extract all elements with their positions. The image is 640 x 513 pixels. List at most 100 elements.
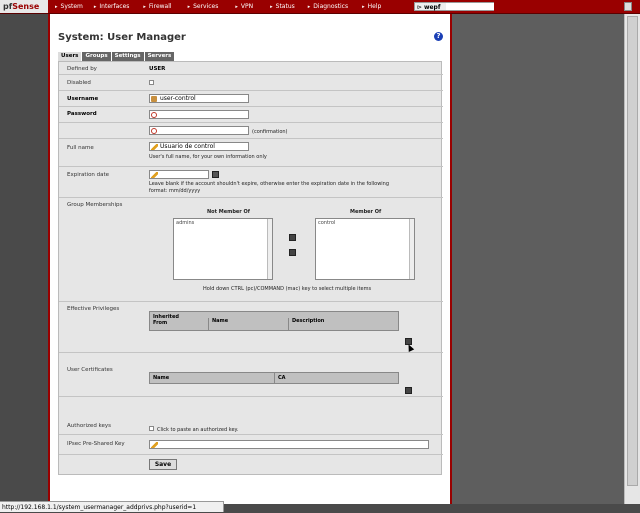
pencil-icon <box>151 144 158 150</box>
row-privileges: Effective Privileges Inherited From Name … <box>59 302 443 353</box>
add-certificate-icon[interactable] <box>405 387 412 394</box>
top-field[interactable] <box>446 3 494 10</box>
menu-firewall[interactable]: ▸ Firewall <box>143 0 171 13</box>
help-icon[interactable]: ? <box>434 32 443 41</box>
calendar-icon[interactable] <box>212 171 219 178</box>
list-item[interactable]: admins <box>174 219 272 227</box>
full-name-label: Full name <box>67 145 94 151</box>
menu-services[interactable]: ▸ Services <box>188 0 219 13</box>
right-background <box>452 14 624 504</box>
vertical-scrollbar[interactable] <box>624 14 640 504</box>
tab-groups[interactable]: Groups <box>82 52 111 61</box>
confirmation-label: (confirmation) <box>252 129 288 135</box>
menu-system[interactable]: ▸ System <box>55 0 83 13</box>
defined-by-label: Defined by <box>67 66 97 72</box>
expiration-input[interactable] <box>149 170 209 179</box>
top-nav-bar: pfSense ▸ System ▸ Interfaces ▸ Firewall ▸ S… <box>0 0 640 14</box>
menu-help[interactable]: ▸ Help <box>362 0 381 13</box>
menu-arrow-icon: ▸ <box>362 4 365 10</box>
expiration-format: format: mm/dd/yyyy <box>149 188 201 194</box>
password-input[interactable] <box>149 110 249 119</box>
move-left-icon[interactable] <box>289 249 296 256</box>
pfsense-logo[interactable]: pfSense <box>0 0 48 13</box>
row-full-name: Full name Usuario de control User's full… <box>59 139 443 167</box>
page-title: System: User Manager <box>58 32 186 43</box>
groups-hint: Hold down CTRL (pc)/COMMAND (mac) key to… <box>203 286 372 292</box>
not-member-listbox[interactable]: admins <box>173 218 273 280</box>
menu-arrow-icon: ▸ <box>270 4 273 10</box>
main-menu: ▸ System ▸ Interfaces ▸ Firewall ▸ Services … <box>52 0 381 13</box>
row-certificates: User Certificates Name CA <box>59 353 443 397</box>
pencil-icon <box>151 442 158 448</box>
disabled-label: Disabled <box>67 80 91 86</box>
row-disabled: Disabled <box>59 75 443 91</box>
user-arrow-icon: ⊳ <box>417 4 424 11</box>
privileges-table-header: Inherited From Name Description <box>149 311 399 331</box>
status-bar: http://192.168.1.1/system_usermanager_ad… <box>0 501 224 512</box>
authorized-keys-hint: Click to paste an authorized key. <box>157 427 239 433</box>
disabled-checkbox[interactable] <box>149 80 154 85</box>
certificates-table-header: Name CA <box>149 372 399 384</box>
key-icon <box>151 128 157 134</box>
menu-arrow-icon: ▸ <box>307 4 311 10</box>
menu-arrow-icon: ▸ <box>143 4 146 10</box>
certificates-label: User Certificates <box>67 367 113 373</box>
list-item[interactable]: control <box>316 219 414 227</box>
password-divider <box>59 122 443 123</box>
row-defined-by: Defined by USER <box>59 62 443 75</box>
full-name-hint: User's full name, for your own informati… <box>149 154 267 160</box>
privileges-label: Effective Privileges <box>67 306 120 312</box>
password-confirm-input[interactable] <box>149 126 249 135</box>
ipsec-key-input[interactable] <box>149 440 429 449</box>
pencil-icon <box>151 172 158 178</box>
move-right-icon[interactable] <box>289 234 296 241</box>
user-form: Defined by USER Disabled Username user-c… <box>58 61 443 475</box>
user-icon <box>151 96 157 102</box>
menu-arrow-icon: ▸ <box>187 4 191 10</box>
groups-label: Group Memberships <box>67 202 123 208</box>
authorized-keys-label: Authorized keys <box>67 423 112 429</box>
defined-by-value: USER <box>149 66 166 72</box>
key-icon <box>151 112 157 118</box>
row-expiration: Expiration date Leave blank if the accou… <box>59 167 443 198</box>
tab-bar: Users Groups Settings Servers <box>58 52 175 61</box>
expiration-hint: Leave blank if the account shouldn't exp… <box>149 181 390 187</box>
col-cert-ca: CA <box>274 373 286 383</box>
tab-users[interactable]: Users <box>58 52 82 61</box>
mouse-cursor-icon <box>405 343 415 352</box>
menu-diagnostics[interactable]: ▸ Diagnostics <box>308 0 348 13</box>
menu-arrow-icon: ▸ <box>93 4 97 10</box>
member-header: Member Of <box>350 209 382 215</box>
menu-arrow-icon: ▸ <box>55 4 58 10</box>
menu-arrow-icon: ▸ <box>235 4 238 10</box>
listbox-scrollbar[interactable] <box>409 219 414 279</box>
menu-vpn[interactable]: ▸ VPN <box>235 0 253 13</box>
col-description: Description <box>288 318 324 330</box>
tab-servers[interactable]: Servers <box>144 52 175 61</box>
expiration-label: Expiration date <box>67 172 110 178</box>
row-authorized-keys: Authorized keys Click to paste an author… <box>59 397 443 435</box>
menu-interfaces[interactable]: ▸ Interfaces <box>94 0 130 13</box>
row-ipsec: IPsec Pre-Shared Key <box>59 435 443 455</box>
authorized-keys-checkbox[interactable] <box>149 426 154 431</box>
menu-status[interactable]: ▸ Status <box>270 0 295 13</box>
tab-settings[interactable]: Settings <box>111 52 144 61</box>
page-content: System: User Manager ? Users Groups Sett… <box>48 14 452 504</box>
top-scroll-button[interactable] <box>624 2 632 11</box>
username-input[interactable]: user-control <box>149 94 249 103</box>
password-label: Password <box>67 111 97 117</box>
username-label: Username <box>67 96 99 102</box>
col-cert-name: Name <box>153 375 170 381</box>
full-name-input[interactable]: Usuario de control <box>149 142 249 151</box>
scrollbar-thumb[interactable] <box>627 16 638 486</box>
ipsec-label: IPsec Pre-Shared Key <box>67 441 125 447</box>
row-password: Password (confirmation) <box>59 107 443 139</box>
row-groups: Group Memberships Not Member Of Member O… <box>59 198 443 302</box>
member-listbox[interactable]: control <box>315 218 415 280</box>
col-name: Name <box>208 318 228 330</box>
row-username: Username user-control <box>59 91 443 107</box>
col-inherited-from: Inherited From <box>153 314 179 326</box>
not-member-header: Not Member Of <box>207 209 250 215</box>
listbox-scrollbar[interactable] <box>267 219 272 279</box>
save-button[interactable]: Save <box>149 459 177 470</box>
